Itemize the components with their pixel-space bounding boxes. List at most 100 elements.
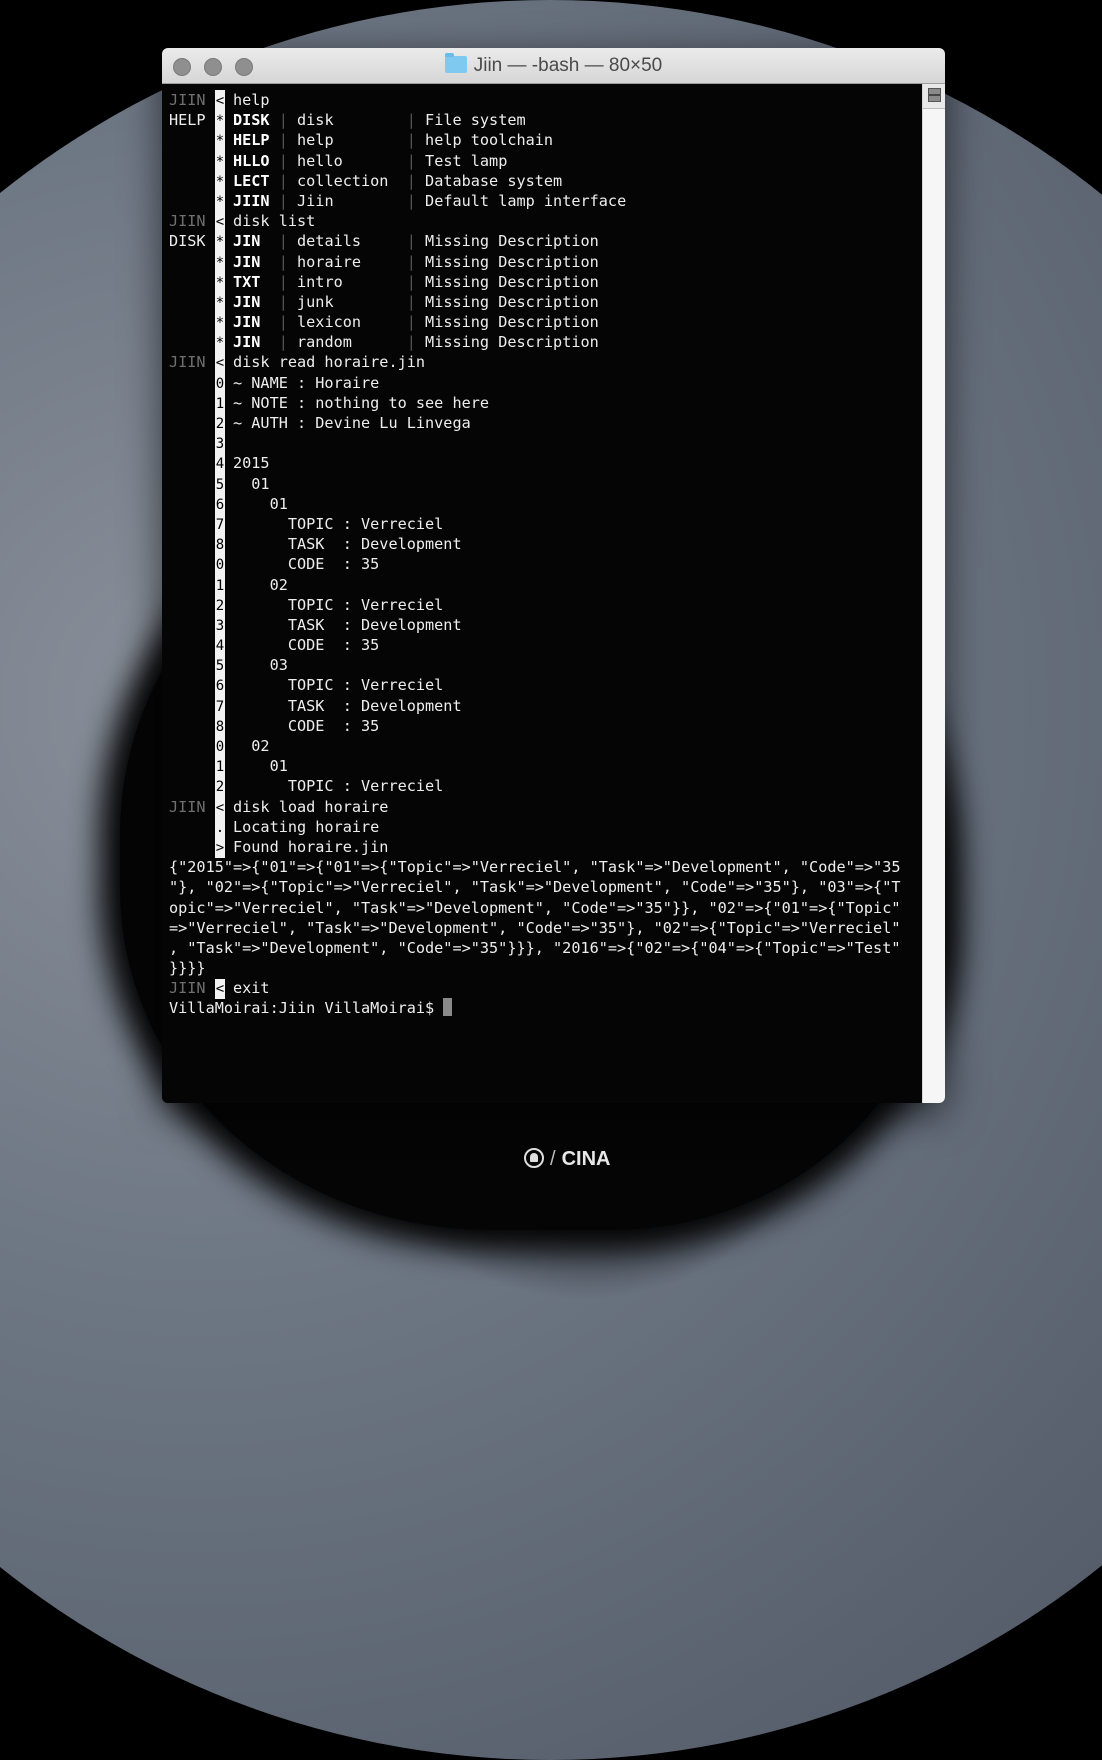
- row-description: Missing Description: [425, 313, 599, 332]
- terminal-line: * TXT | intro | Missing Description: [169, 272, 901, 293]
- separator: |: [269, 313, 298, 332]
- text-cursor[interactable]: [443, 998, 453, 1017]
- terminal-line: 3: [169, 433, 901, 455]
- gutter-marker: 0: [215, 373, 225, 394]
- row-code: JIN: [233, 292, 270, 311]
- gutter-marker: *: [215, 313, 225, 334]
- row-name: Jiin: [297, 191, 398, 210]
- terminal-line: 3 TASK : Development: [169, 615, 901, 637]
- terminal-lines: JIIN < help HELP * DISK | disk | File system *…: [169, 90, 901, 1019]
- row-description: Test lamp: [425, 151, 508, 170]
- gutter-marker: 7: [215, 696, 225, 717]
- row-name: details: [297, 232, 398, 251]
- row-description: Missing Description: [425, 292, 599, 311]
- hash-output-line: opic"=>"Verreciel", "Task"=>"Development…: [169, 898, 901, 917]
- terminal-line: 4 CODE : 35: [169, 635, 901, 657]
- line-text: ~ AUTH : Devine Lu Linvega: [233, 414, 471, 432]
- terminal-line: 7 TOPIC : Verreciel: [169, 514, 901, 536]
- gutter-marker: >: [215, 837, 225, 859]
- folder-icon: [444, 53, 467, 73]
- gutter-marker: *: [215, 252, 225, 273]
- gutter-marker: *: [215, 111, 225, 132]
- line-text: TOPIC : Verreciel: [233, 777, 444, 796]
- separator: |: [397, 191, 426, 210]
- gutter-marker: *: [215, 333, 225, 354]
- terminal-line: 6 01: [169, 494, 901, 515]
- row-name: collection: [297, 171, 398, 190]
- terminal-line: 0 CODE : 35: [169, 554, 901, 576]
- line-text: ~ NAME : Horaire: [233, 373, 380, 392]
- gutter-marker: 2: [215, 595, 225, 616]
- terminal-window: Jiin — -bash — 80×50 JIIN < help HELP * DISK …: [162, 48, 945, 1103]
- terminal-line: * LECT | collection | Database system: [169, 171, 901, 192]
- terminal-line: * HELP | help | help toolchain: [169, 130, 901, 152]
- terminal-line: 5 01: [169, 474, 901, 495]
- gutter-marker: .: [215, 817, 225, 838]
- gutter-marker: 6: [215, 676, 225, 697]
- command-text: exit: [233, 979, 270, 998]
- terminal-output[interactable]: JIIN < help HELP * DISK | disk | File system *…: [162, 84, 922, 1103]
- separator: |: [397, 151, 426, 170]
- line-text: TOPIC : Verreciel: [233, 676, 444, 695]
- line-prefix: JIIN: [169, 91, 206, 109]
- line-text: TOPIC : Verreciel: [233, 595, 444, 614]
- row-description: Missing Description: [425, 232, 599, 251]
- line-text: 2015: [233, 454, 270, 473]
- row-description: Missing Description: [425, 333, 599, 352]
- gutter-marker: 2: [215, 414, 225, 435]
- gutter-marker: 6: [215, 494, 225, 515]
- row-name: horaire: [297, 252, 398, 271]
- gutter-marker: <: [215, 979, 225, 1000]
- gutter-marker: <: [215, 91, 225, 112]
- line-text: 01: [233, 757, 288, 776]
- separator: |: [269, 232, 298, 251]
- command-text: disk read horaire.jin: [233, 353, 426, 372]
- terminal-line: 4 2015: [169, 453, 901, 475]
- gutter-marker: 1: [215, 575, 225, 596]
- window-title: Jiin — -bash — 80×50: [162, 53, 945, 77]
- separator: |: [269, 191, 298, 210]
- split-pane-icon[interactable]: [928, 88, 941, 102]
- gutter-marker: *: [215, 191, 225, 213]
- row-description: File system: [425, 111, 526, 130]
- line-text: 02: [233, 575, 288, 594]
- row-description: Missing Description: [425, 272, 599, 291]
- line-text: TASK : Development: [233, 535, 462, 554]
- terminal-line: 6 TOPIC : Verreciel: [169, 675, 901, 697]
- gutter-marker: 4: [215, 454, 225, 475]
- row-name: intro: [297, 272, 398, 291]
- row-code: JIN: [233, 252, 270, 271]
- row-name: hello: [297, 151, 398, 170]
- terminal-line: 7 TASK : Development: [169, 696, 901, 717]
- separator: |: [269, 171, 298, 190]
- terminal-line: JIIN < help: [169, 90, 901, 112]
- gutter-marker: 8: [215, 535, 225, 556]
- hash-output-line: =>"Verreciel", "Task"=>"Development", "C…: [169, 918, 901, 937]
- terminal-line: * HLLO | hello | Test lamp: [169, 151, 901, 172]
- row-code: DISK: [233, 111, 270, 130]
- terminal-line: > Found horaire.jin: [169, 837, 901, 859]
- command-text: disk load horaire: [233, 797, 389, 816]
- title-bar[interactable]: Jiin — -bash — 80×50: [162, 48, 945, 84]
- separator: |: [269, 333, 298, 352]
- line-text: TASK : Development: [233, 615, 462, 634]
- terminal-line: * JIN | junk | Missing Description: [169, 292, 901, 314]
- separator: |: [269, 151, 298, 170]
- command-text: disk list: [233, 212, 316, 231]
- gutter-marker: <: [215, 212, 225, 233]
- separator: |: [397, 111, 426, 130]
- separator: |: [269, 131, 298, 150]
- row-description: Database system: [425, 171, 563, 190]
- separator: |: [397, 292, 426, 311]
- terminal-line: JIIN < disk list: [169, 211, 901, 233]
- gutter-marker: 1: [215, 393, 225, 415]
- gutter-marker: *: [215, 151, 225, 172]
- gutter-marker: 4: [215, 636, 225, 657]
- ghost-icon: [524, 1148, 544, 1168]
- line-text: 03: [233, 656, 288, 675]
- separator: |: [397, 272, 426, 291]
- terminal-line: HELP * DISK | disk | File system: [169, 110, 901, 132]
- terminal-line: 2 ~ AUTH : Devine Lu Linvega: [169, 413, 901, 435]
- line-text: Found horaire.jin: [233, 837, 389, 856]
- scrollbar[interactable]: [922, 84, 945, 1103]
